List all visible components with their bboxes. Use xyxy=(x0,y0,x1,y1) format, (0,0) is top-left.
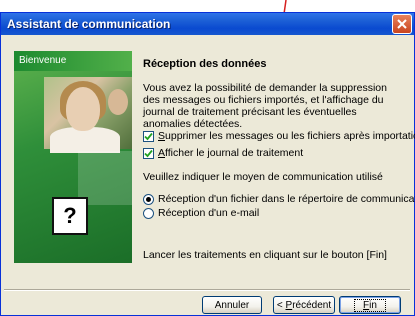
title-bar[interactable]: Assistant de communication xyxy=(1,13,414,35)
wizard-side-image: Bienvenue ? xyxy=(14,51,132,263)
radio-label: Réception d'un fichier dans le répertoir… xyxy=(158,193,415,205)
background-person xyxy=(108,89,128,115)
question-glyph: ? xyxy=(63,203,77,228)
welcome-label: Bienvenue xyxy=(19,55,67,66)
checkbox-label: Supprimer les messages ou les fichiers a… xyxy=(158,130,415,142)
description-text: Vous avez la possibilité de demander la … xyxy=(143,82,387,130)
wizard-content: Bienvenue ? Réception des données Vous a… xyxy=(4,36,415,286)
radio-email[interactable]: Réception d'un e-mail xyxy=(143,207,259,219)
checkbox-box[interactable] xyxy=(143,147,154,159)
cancel-label: Annuler xyxy=(214,299,250,311)
instruction-text: Lancer les traitements en cliquant sur l… xyxy=(143,249,387,261)
radio-selected-dot xyxy=(146,196,151,202)
finish-label: Fin xyxy=(354,298,386,312)
person-face xyxy=(66,87,100,131)
show-log-checkbox[interactable]: Afficher le journal de traitement xyxy=(143,147,303,159)
previous-label: < Précédent xyxy=(276,299,332,311)
wizard-window: Assistant de communication Bienvenue ? R… xyxy=(0,12,415,316)
window-title: Assistant de communication xyxy=(7,17,171,31)
question-document-icon: ? xyxy=(52,197,88,235)
method-label: Veuillez indiquer le moyen de communicat… xyxy=(143,171,383,183)
close-icon xyxy=(397,19,407,29)
close-button[interactable] xyxy=(392,14,412,34)
radio-button[interactable] xyxy=(143,207,154,219)
button-separator xyxy=(4,289,410,291)
page-heading: Réception des données xyxy=(143,58,267,70)
checkbox-label: Afficher le journal de traitement xyxy=(158,147,304,159)
cancel-button[interactable]: Annuler xyxy=(202,296,262,314)
finish-button[interactable]: Fin xyxy=(339,296,401,314)
previous-button[interactable]: < Précédent xyxy=(273,296,335,314)
checkmark-icon xyxy=(144,132,153,140)
people-photo xyxy=(44,77,132,153)
checkmark-icon xyxy=(144,149,153,157)
radio-file-directory[interactable]: Réception d'un fichier dans le répertoir… xyxy=(143,193,415,205)
checkbox-box[interactable] xyxy=(143,130,154,142)
radio-label: Réception d'un e-mail xyxy=(158,207,260,219)
radio-button[interactable] xyxy=(143,193,154,205)
delete-after-import-checkbox[interactable]: Supprimer les messages ou les fichiers a… xyxy=(143,130,415,142)
